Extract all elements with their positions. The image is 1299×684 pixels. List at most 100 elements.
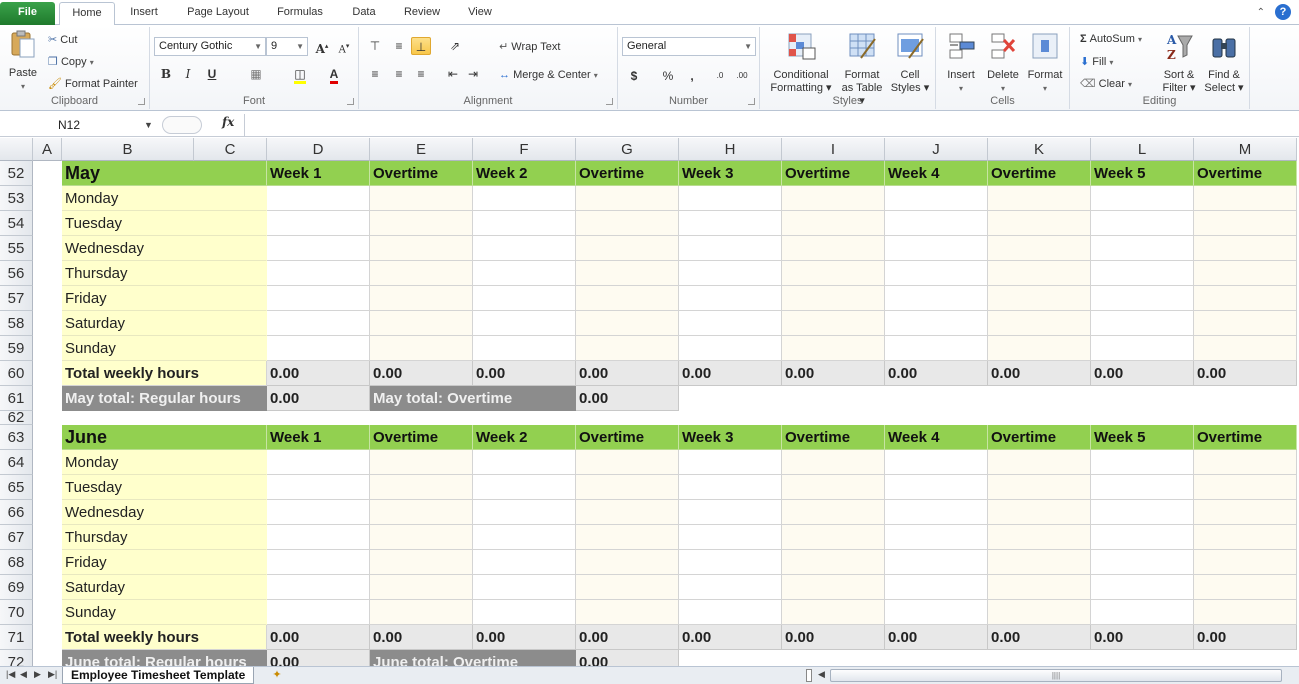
hours-cell[interactable]: [679, 600, 782, 625]
weekly-total-cell[interactable]: 0.00: [473, 625, 576, 650]
hours-cell[interactable]: [782, 286, 885, 311]
hours-cell[interactable]: [473, 336, 576, 361]
hours-cell[interactable]: [267, 286, 370, 311]
hours-cell[interactable]: [370, 550, 473, 575]
align-right-button[interactable]: ≡: [411, 65, 431, 83]
row-header[interactable]: 66: [0, 500, 33, 525]
hours-cell[interactable]: [267, 525, 370, 550]
hours-cell[interactable]: [679, 261, 782, 286]
hours-cell[interactable]: [576, 475, 679, 500]
hours-cell[interactable]: [782, 550, 885, 575]
hours-cell[interactable]: [679, 475, 782, 500]
tab-insert[interactable]: Insert: [122, 2, 166, 25]
hours-cell[interactable]: [782, 600, 885, 625]
hours-cell[interactable]: [370, 286, 473, 311]
weekly-total-cell[interactable]: 0.00: [679, 625, 782, 650]
row-header[interactable]: 68: [0, 550, 33, 575]
weekly-total-cell[interactable]: 0.00: [988, 625, 1091, 650]
cut-button[interactable]: ✂ Cut: [48, 33, 77, 46]
weekly-total-cell[interactable]: 0.00: [885, 625, 988, 650]
hours-cell[interactable]: [1091, 286, 1194, 311]
hours-cell[interactable]: [576, 311, 679, 336]
format-cells-button[interactable]: Format ▾: [1024, 31, 1066, 95]
fill-color-button[interactable]: ◫: [290, 65, 310, 84]
hours-cell[interactable]: [267, 186, 370, 211]
row-header[interactable]: 72: [0, 650, 33, 666]
hours-cell[interactable]: [1091, 311, 1194, 336]
scroll-left-button[interactable]: ◀: [818, 669, 825, 680]
hours-cell[interactable]: [370, 500, 473, 525]
hours-cell[interactable]: [988, 236, 1091, 261]
hours-cell[interactable]: [885, 525, 988, 550]
first-sheet-button[interactable]: |◀: [6, 669, 15, 680]
row-header[interactable]: 67: [0, 525, 33, 550]
hours-cell[interactable]: [988, 261, 1091, 286]
row-header[interactable]: 61: [0, 386, 33, 411]
hours-cell[interactable]: [885, 550, 988, 575]
hours-cell[interactable]: [267, 475, 370, 500]
autosum-button[interactable]: Σ AutoSum ▾: [1080, 33, 1142, 45]
hours-cell[interactable]: [988, 311, 1091, 336]
horizontal-scrollbar[interactable]: ||||: [830, 669, 1282, 682]
hours-cell[interactable]: [370, 211, 473, 236]
tab-review[interactable]: Review: [398, 2, 446, 25]
hours-cell[interactable]: [267, 311, 370, 336]
regular-hours-total-value[interactable]: 0.00: [267, 386, 370, 411]
tab-file[interactable]: File: [0, 2, 55, 25]
row-header[interactable]: 63: [0, 425, 33, 450]
hours-cell[interactable]: [473, 211, 576, 236]
hours-cell[interactable]: [576, 336, 679, 361]
weekly-total-cell[interactable]: 0.00: [576, 361, 679, 386]
hours-cell[interactable]: [885, 600, 988, 625]
tab-home[interactable]: Home: [59, 2, 115, 26]
alignment-launcher-icon[interactable]: [606, 98, 613, 105]
hours-cell[interactable]: [679, 525, 782, 550]
font-name-select[interactable]: Century Gothic ▼: [154, 37, 266, 56]
sort-filter-button[interactable]: AZ Sort & Filter ▾: [1158, 31, 1200, 95]
hours-cell[interactable]: [267, 236, 370, 261]
row-header[interactable]: 54: [0, 211, 33, 236]
hours-cell[interactable]: [885, 336, 988, 361]
hours-cell[interactable]: [370, 575, 473, 600]
row-header[interactable]: 56: [0, 261, 33, 286]
hours-cell[interactable]: [1091, 600, 1194, 625]
hours-cell[interactable]: [576, 186, 679, 211]
hours-cell[interactable]: [679, 236, 782, 261]
hours-cell[interactable]: [473, 500, 576, 525]
weekly-total-cell[interactable]: 0.00: [473, 361, 576, 386]
hours-cell[interactable]: [267, 211, 370, 236]
weekly-total-cell[interactable]: 0.00: [267, 361, 370, 386]
hours-cell[interactable]: [885, 286, 988, 311]
weekly-total-cell[interactable]: 0.00: [1194, 361, 1297, 386]
column-header-a[interactable]: A: [33, 138, 62, 161]
decrease-indent-button[interactable]: ⇤: [443, 65, 463, 83]
column-header-c[interactable]: C: [194, 138, 267, 161]
insert-sheet-button[interactable]: ✦: [266, 668, 288, 683]
column-header-f[interactable]: F: [473, 138, 576, 161]
overtime-total-value[interactable]: 0.00: [576, 650, 679, 666]
hours-cell[interactable]: [1194, 261, 1297, 286]
name-box[interactable]: N12 ▼: [2, 115, 158, 135]
format-painter-button[interactable]: 🖌 Format Painter: [48, 77, 138, 90]
hours-cell[interactable]: [1091, 261, 1194, 286]
fill-button[interactable]: ⬇ Fill ▾: [1080, 55, 1113, 68]
tab-page-layout[interactable]: Page Layout: [180, 2, 256, 25]
row-header[interactable]: 53: [0, 186, 33, 211]
copy-button[interactable]: ❐ Copy ▾: [48, 55, 94, 68]
hours-cell[interactable]: [370, 186, 473, 211]
column-header-m[interactable]: M: [1194, 138, 1297, 161]
increase-indent-button[interactable]: ⇥: [463, 65, 483, 83]
hours-cell[interactable]: [988, 286, 1091, 311]
hours-cell[interactable]: [885, 475, 988, 500]
hours-cell[interactable]: [679, 211, 782, 236]
hours-cell[interactable]: [1194, 575, 1297, 600]
column-header-j[interactable]: J: [885, 138, 988, 161]
wrap-text-button[interactable]: ↵ Wrap Text: [499, 40, 560, 53]
column-header-e[interactable]: E: [370, 138, 473, 161]
column-header-i[interactable]: I: [782, 138, 885, 161]
hours-cell[interactable]: [885, 211, 988, 236]
hours-cell[interactable]: [782, 336, 885, 361]
percent-button[interactable]: %: [658, 67, 678, 85]
hours-cell[interactable]: [576, 550, 679, 575]
align-left-button[interactable]: ≡: [365, 65, 385, 83]
